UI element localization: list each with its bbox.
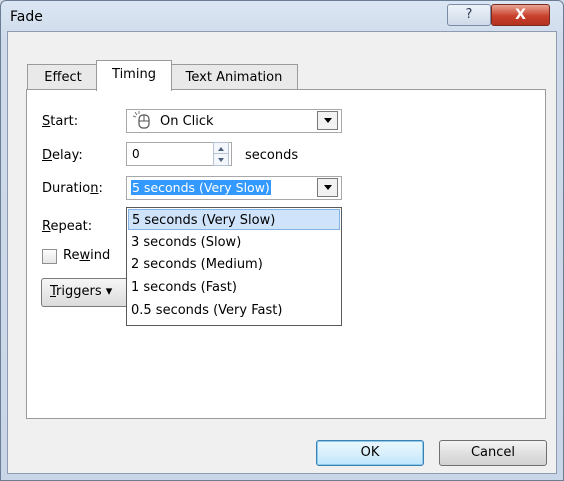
duration-dropdown-button[interactable]	[317, 178, 338, 197]
mouse-click-icon	[132, 110, 154, 130]
arrow-up-icon	[218, 146, 224, 151]
delay-unit: seconds	[245, 148, 299, 163]
dropdown-option[interactable]: 3 seconds (Slow)	[128, 232, 340, 253]
chevron-down-icon	[323, 118, 332, 123]
repeat-label: Repeat:	[42, 219, 93, 234]
rewind-checkbox[interactable]	[42, 249, 57, 264]
start-dropdown-button[interactable]	[317, 111, 338, 130]
cancel-button[interactable]: Cancel	[439, 440, 547, 466]
dropdown-option[interactable]: 2 seconds (Medium)	[128, 254, 340, 275]
tab-effect[interactable]: Effect	[27, 64, 99, 90]
delay-label: Delay:	[42, 148, 83, 163]
delay-spin-down[interactable]	[213, 153, 229, 166]
window-title: Fade	[10, 9, 43, 25]
double-chevron-down-icon: ▾	[105, 284, 113, 299]
dropdown-option[interactable]: 5 seconds (Very Slow)	[128, 209, 340, 230]
ok-button[interactable]: OK	[316, 440, 424, 466]
delay-value: 0	[132, 147, 140, 161]
duration-value[interactable]: 5 seconds (Very Slow)	[131, 180, 271, 195]
tab-text-animation[interactable]: Text Animation	[170, 64, 298, 90]
dropdown-option[interactable]: 1 seconds (Fast)	[128, 277, 340, 298]
close-button[interactable]: X	[491, 4, 550, 26]
help-icon: ?	[465, 7, 473, 22]
start-combo[interactable]	[126, 109, 342, 133]
triggers-label: Triggers ▾	[50, 284, 113, 299]
close-icon: X	[515, 7, 526, 23]
chevron-down-icon	[323, 185, 332, 190]
duration-label: Duration:	[42, 181, 103, 196]
start-label: Start:	[42, 114, 79, 129]
duration-dropdown-list: 5 seconds (Very Slow) 3 seconds (Slow) 2…	[126, 207, 342, 326]
help-button[interactable]: ?	[447, 4, 491, 26]
tab-timing[interactable]: Timing	[96, 60, 172, 91]
arrow-down-icon	[218, 157, 224, 162]
start-value: On Click	[160, 114, 214, 129]
dropdown-option[interactable]: 0.5 seconds (Very Fast)	[128, 300, 340, 321]
rewind-label: Rewind	[63, 248, 111, 263]
